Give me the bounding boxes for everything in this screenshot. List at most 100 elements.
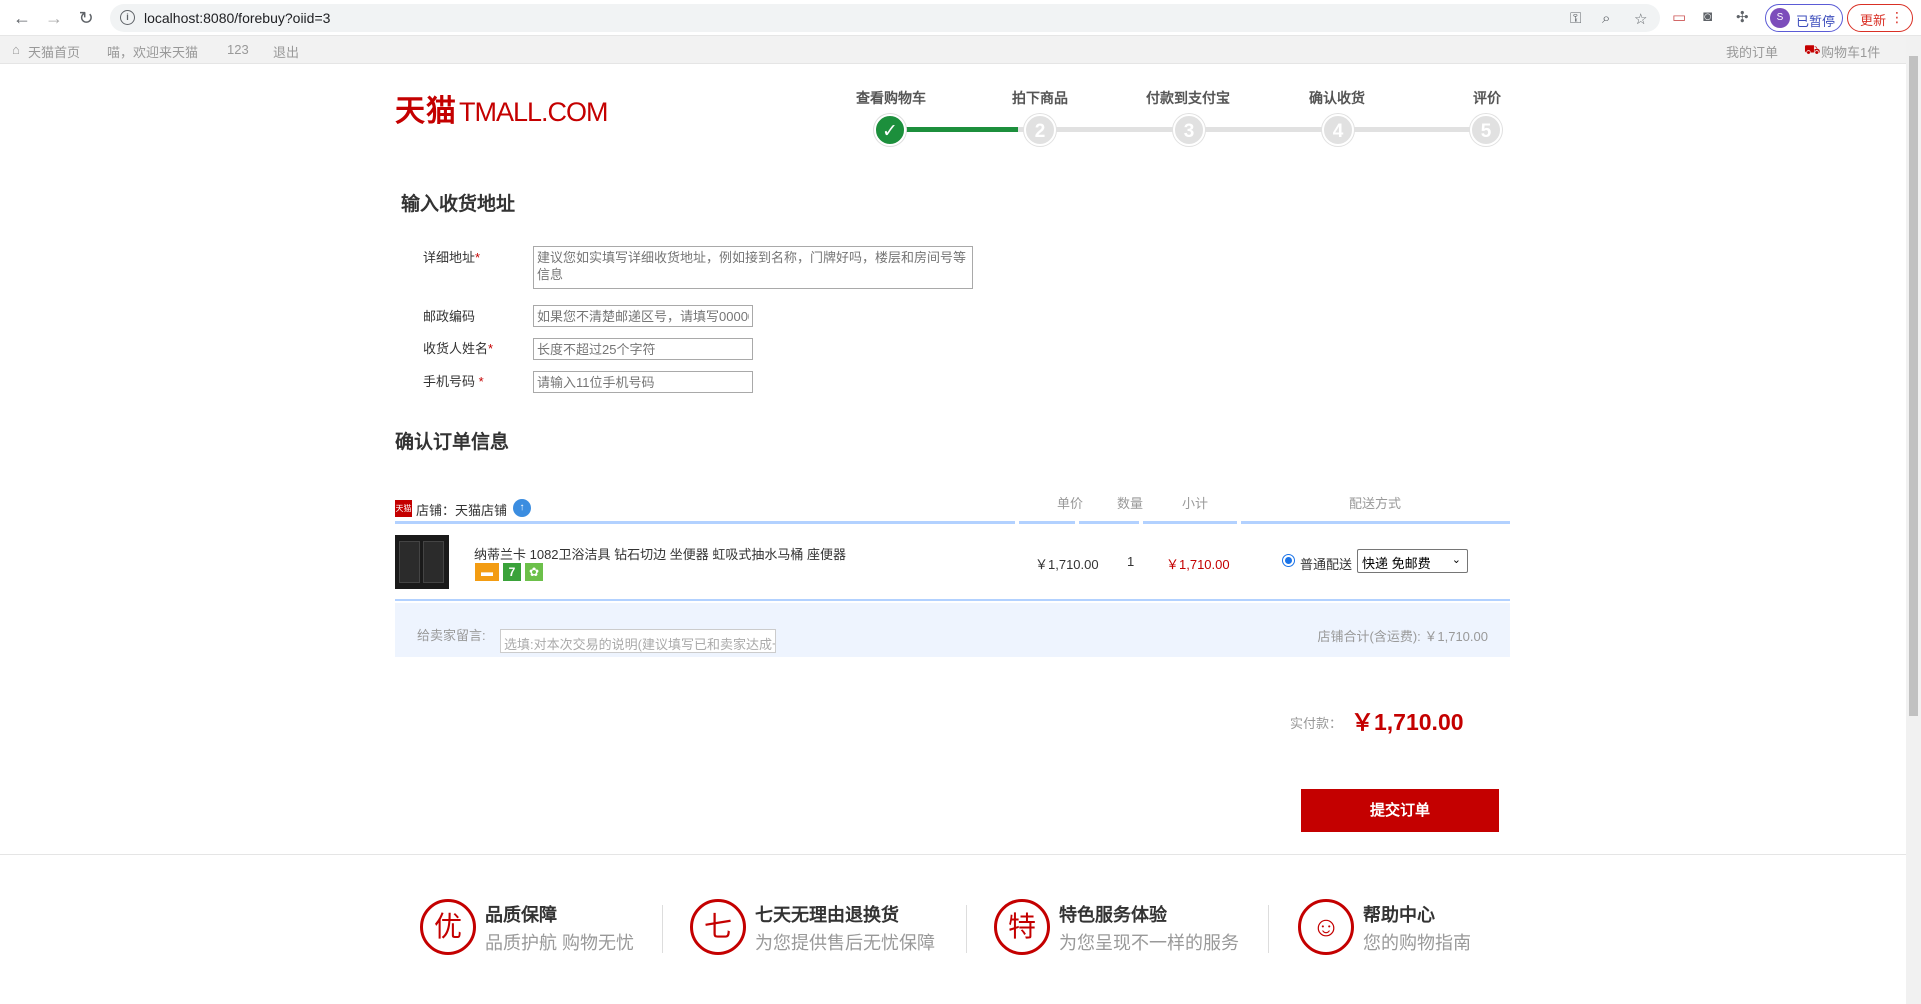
url-text: localhost:8080/forebuy?oiid=3: [144, 10, 331, 26]
my-orders-link[interactable]: 我的订单: [1726, 42, 1778, 61]
help-person-icon: ☺: [1298, 899, 1354, 955]
col-quantity: 数量: [1116, 496, 1143, 511]
site-info-icon[interactable]: i: [120, 10, 135, 25]
order-item-row: 纳蒂兰卡 1082卫浴洁具 钻石切边 坐便器 虹吸式抽水马桶 座便器 ▬ 7 ✿…: [395, 527, 1510, 601]
footer-title: 帮助中心: [1363, 905, 1435, 925]
footer-sub: 为您提供售后无忧保障: [755, 933, 935, 953]
col-underline: [1143, 521, 1237, 524]
message-row: 给卖家留言: 选填:对本次交易的说明(建议填写已和卖家达成一致的说明) 店铺合计…: [395, 603, 1510, 657]
quality-icon: 优: [420, 899, 476, 955]
cart-link[interactable]: 购物车1件: [1821, 42, 1880, 61]
welcome-text: 喵，欢迎来天猫: [107, 45, 199, 60]
step-check-icon: ✓: [874, 114, 906, 146]
seven-days-icon: 七: [690, 899, 746, 955]
address-section-title: 输入收货地址: [401, 194, 516, 215]
username-link[interactable]: 123: [227, 42, 249, 57]
postcode-label: 邮政编码: [423, 309, 476, 324]
footer-separator: [1268, 905, 1269, 953]
footer-separator: [966, 905, 967, 953]
shop-total: 店铺合计(含运费): ￥1,710.00: [1317, 629, 1489, 644]
zoom-icon[interactable]: ⌕: [1602, 10, 1610, 27]
update-button[interactable]: 更新 ⋮: [1847, 4, 1913, 32]
step-label-3: 付款到支付宝: [1146, 90, 1230, 106]
logo-en: TMALL.COM: [459, 97, 609, 127]
credit-card-icon: ▬: [475, 563, 499, 581]
pay-label: 实付款：: [1290, 716, 1343, 731]
message-input[interactable]: 选填:对本次交易的说明(建议填写已和卖家达成一致的说明): [500, 629, 776, 653]
footer-divider: [0, 854, 1906, 855]
bookmark-star-icon[interactable]: ☆: [1634, 10, 1647, 28]
col-underline: [395, 521, 1015, 524]
step-label-2: 拍下商品: [1012, 90, 1068, 106]
page-scrollbar[interactable]: [1906, 36, 1921, 1004]
avatar: S: [1770, 8, 1790, 28]
cart-icon: ⛟: [1804, 42, 1821, 57]
delivery-select[interactable]: 快递 免邮费 ⌄: [1357, 549, 1468, 573]
step-label-5: 评价: [1473, 90, 1501, 106]
forward-icon[interactable]: →: [42, 6, 66, 30]
footer-title: 七天无理由退换货: [755, 905, 899, 925]
logout-link[interactable]: 退出: [273, 42, 299, 61]
receiver-label: 收货人姓名*: [423, 341, 494, 356]
step-label-1: 查看购物车: [856, 90, 926, 106]
order-section-title: 确认订单信息: [395, 432, 510, 453]
receiver-input[interactable]: [533, 338, 753, 360]
normal-delivery-radio[interactable]: [1282, 554, 1295, 567]
shop-badge-icon[interactable]: ↑: [513, 499, 531, 517]
key-icon[interactable]: ⚿: [1570, 10, 1581, 27]
footer-sub: 您的购物指南: [1363, 933, 1471, 953]
tmall-logo[interactable]: 天猫TMALL.COM: [395, 86, 609, 130]
col-unit-price: 单价: [1056, 496, 1083, 511]
special-service-icon: 特: [994, 899, 1050, 955]
seven-day-icon: 7: [503, 563, 521, 581]
home-icon: ⌂: [12, 42, 20, 57]
profile-status: 已暂停: [1796, 14, 1836, 29]
browser-toolbar: ← → ↻ i localhost:8080/forebuy?oiid=3 ⚿ …: [0, 0, 1921, 36]
submit-order-button[interactable]: 提交订单: [1301, 789, 1499, 832]
postcode-input[interactable]: [533, 305, 753, 327]
profile-button[interactable]: S 已暂停: [1765, 4, 1843, 32]
update-label: 更新: [1860, 13, 1887, 28]
quantity: 1: [1127, 554, 1135, 569]
delivery-option-label: 普通配送: [1300, 557, 1353, 572]
footer-sub: 品质护航 购物无忧: [485, 933, 635, 953]
scrollbar-thumb[interactable]: [1909, 56, 1918, 716]
col-subtotal: 小计: [1181, 496, 1208, 511]
reload-icon[interactable]: ↻: [74, 6, 98, 30]
unit-price: ￥1,710.00: [1035, 557, 1099, 572]
product-thumbnail[interactable]: [395, 535, 449, 589]
step-label-4: 确认收货: [1309, 90, 1365, 106]
home-link[interactable]: 天猫首页: [28, 42, 80, 61]
step-circle-2: 2: [1024, 114, 1056, 146]
step-circle-4: 4: [1322, 114, 1354, 146]
delivery-select-value: 快递 免邮费: [1362, 556, 1431, 571]
message-label: 给卖家留言:: [417, 628, 486, 643]
logo-cn: 天猫: [395, 95, 457, 128]
site-topbar: ⌂ 天猫首页 喵，欢迎来天猫 123 退出 我的订单 ⛟ 购物车1件: [0, 36, 1906, 64]
step-line-1: [888, 127, 1018, 132]
pay-amount: ￥1,710.00: [1351, 709, 1464, 735]
detail-address-input[interactable]: [533, 246, 973, 289]
camera-icon[interactable]: ◙: [1703, 8, 1712, 25]
menu-dots-icon: ⋮: [1890, 9, 1904, 25]
col-underline: [1019, 521, 1075, 524]
footer-title: 品质保障: [485, 905, 557, 925]
col-underline: [1241, 521, 1510, 524]
col-delivery: 配送方式: [1348, 496, 1401, 511]
address-bar[interactable]: i localhost:8080/forebuy?oiid=3 ⚿ ⌕ ☆: [110, 4, 1660, 32]
mobile-input[interactable]: [533, 371, 753, 393]
product-name-link[interactable]: 纳蒂兰卡 1082卫浴洁具 钻石切边 坐便器 虹吸式抽水马桶 座便器: [474, 544, 846, 563]
step-circle-3: 3: [1173, 114, 1205, 146]
service-icon: ✿: [525, 563, 543, 581]
puzzle-icon[interactable]: ✣: [1736, 8, 1749, 26]
order-steps: 查看购物车 ✓ 拍下商品 2 付款到支付宝 3 确认收货 4 评价 5: [850, 88, 1510, 154]
back-icon[interactable]: ←: [10, 6, 34, 30]
subtotal: ￥1,710.00: [1166, 557, 1230, 572]
shop-icon: 天猫: [395, 500, 412, 517]
chevron-down-icon: ⌄: [1451, 554, 1461, 566]
mobile-label: 手机号码 *: [423, 374, 484, 389]
extension-reader-icon[interactable]: ▭: [1672, 8, 1686, 26]
step-circle-5: 5: [1470, 114, 1502, 146]
footer-title: 特色服务体验: [1059, 905, 1167, 925]
footer-separator: [662, 905, 663, 953]
